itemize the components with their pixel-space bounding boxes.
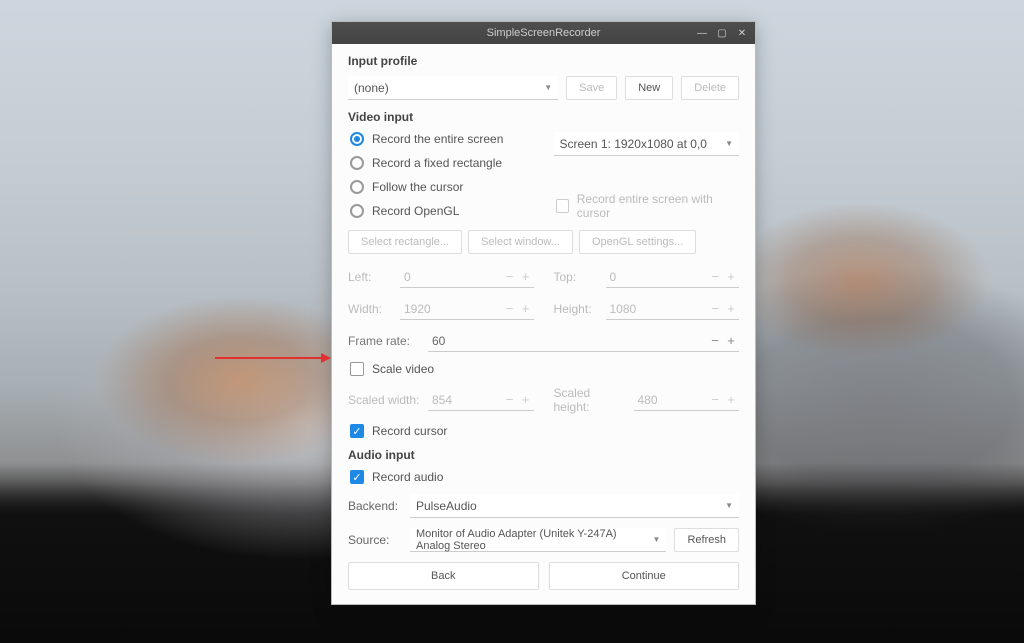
chevron-down-icon: ▼ [544,83,552,92]
chevron-down-icon: ▼ [725,501,733,510]
minus-icon: − [709,301,721,316]
radio-entire-screen[interactable] [350,132,364,146]
radio-opengl-label: Record OpenGL [372,204,459,218]
profile-select[interactable]: (none) ▼ [348,76,558,100]
backend-label: Backend: [348,499,402,513]
radio-fixed-rect[interactable] [350,156,364,170]
delete-button[interactable]: Delete [681,76,739,100]
record-audio-checkbox[interactable]: ✓ [350,470,364,484]
profile-select-value: (none) [354,81,389,95]
radio-opengl[interactable] [350,204,364,218]
screen-select-value: Screen 1: 1920x1080 at 0,0 [560,137,707,151]
video-input-heading: Video input [348,110,739,124]
plus-icon[interactable]: + [725,333,737,348]
app-window: SimpleScreenRecorder — ▢ ✕ Input profile… [331,21,756,605]
continue-button[interactable]: Continue [549,562,740,590]
maximize-icon[interactable]: ▢ [715,26,729,40]
scaled-height-label: Scaled height: [554,386,626,414]
scaled-height-value: 480 [634,393,708,407]
minus-icon: − [709,269,721,284]
plus-icon: + [520,269,532,284]
opengl-settings-button: OpenGL settings... [579,230,696,254]
back-button[interactable]: Back [348,562,539,590]
top-label: Top: [554,270,598,284]
audio-input-heading: Audio input [348,448,739,462]
record-cursor-label: Record cursor [372,424,447,438]
source-select[interactable]: Monitor of Audio Adapter (Unitek Y-247A)… [410,528,666,552]
backend-select[interactable]: PulseAudio ▼ [410,494,739,518]
select-rectangle-button: Select rectangle... [348,230,462,254]
scale-video-label: Scale video [372,362,434,376]
scaled-width-value: 854 [428,393,502,407]
radio-follow-cursor-label: Follow the cursor [372,180,463,194]
screen-select[interactable]: Screen 1: 1920x1080 at 0,0 ▼ [554,132,740,156]
record-cursor-checkbox[interactable]: ✓ [350,424,364,438]
radio-entire-screen-label: Record the entire screen [372,132,503,146]
radio-follow-cursor[interactable] [350,180,364,194]
minus-icon[interactable]: − [709,333,721,348]
minimize-icon[interactable]: — [695,26,709,40]
annotation-arrow [215,357,330,359]
scaled-width-label: Scaled width: [348,393,420,407]
input-profile-heading: Input profile [348,54,739,68]
plus-icon: + [725,392,737,407]
radio-fixed-rect-label: Record a fixed rectangle [372,156,502,170]
top-value: 0 [606,270,708,284]
plus-icon: + [520,301,532,316]
chevron-down-icon: ▼ [725,139,733,148]
width-value: 1920 [400,302,502,316]
left-label: Left: [348,270,392,284]
refresh-button[interactable]: Refresh [674,528,739,552]
record-entire-cursor-label: Record entire screen with cursor [577,192,739,220]
record-entire-cursor-checkbox [556,199,569,213]
record-audio-label: Record audio [372,470,443,484]
framerate-value[interactable]: 60 [428,334,707,348]
plus-icon: + [520,392,532,407]
new-button[interactable]: New [625,76,673,100]
window-title: SimpleScreenRecorder [487,27,601,39]
minus-icon: − [504,301,516,316]
height-value: 1080 [606,302,708,316]
minus-icon: − [504,392,516,407]
save-button[interactable]: Save [566,76,617,100]
titlebar[interactable]: SimpleScreenRecorder — ▢ ✕ [332,22,755,44]
height-label: Height: [554,302,598,316]
plus-icon: + [725,269,737,284]
minus-icon: − [709,392,721,407]
source-label: Source: [348,533,402,547]
scale-video-checkbox[interactable] [350,362,364,376]
close-icon[interactable]: ✕ [735,26,749,40]
framerate-label: Frame rate: [348,334,420,348]
left-value: 0 [400,270,502,284]
select-window-button: Select window... [468,230,573,254]
minus-icon: − [504,269,516,284]
plus-icon: + [725,301,737,316]
backend-select-value: PulseAudio [416,499,477,513]
source-select-value: Monitor of Audio Adapter (Unitek Y-247A)… [416,528,653,552]
chevron-down-icon: ▼ [653,535,661,544]
width-label: Width: [348,302,392,316]
